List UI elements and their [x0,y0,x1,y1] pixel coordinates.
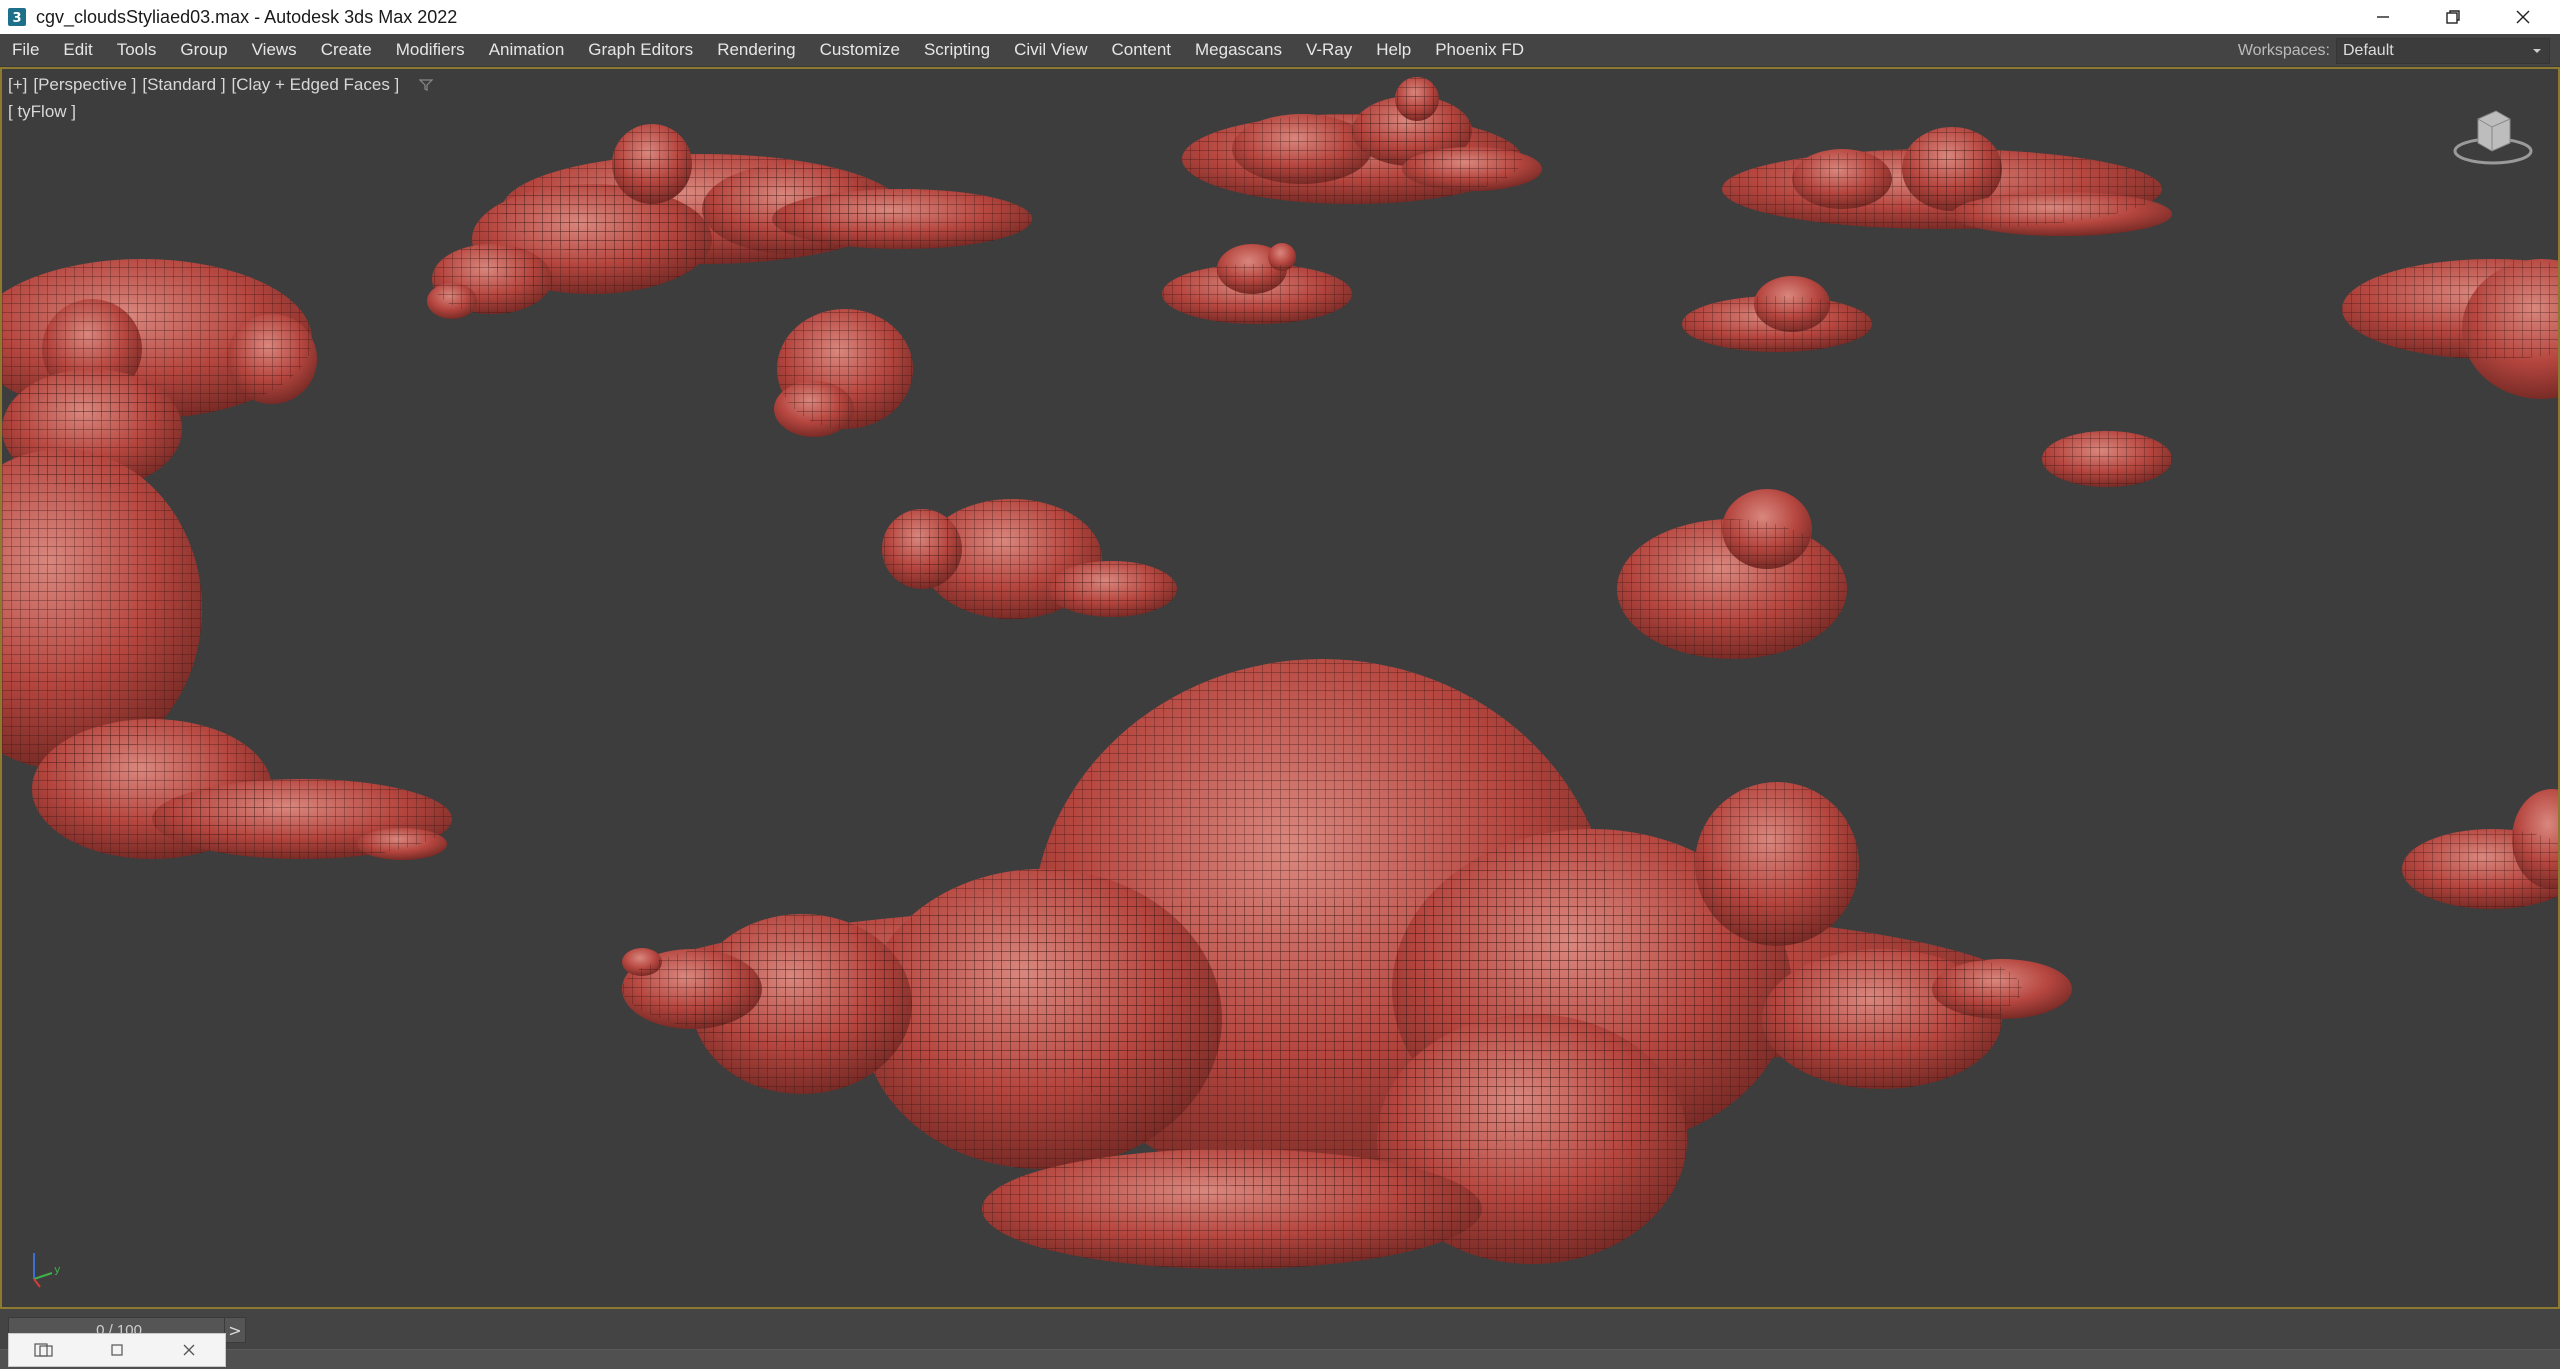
perspective-viewport[interactable]: [+] [Perspective ] [Standard ] [Clay + E… [0,67,2560,1309]
cloud-mesh[interactable] [1182,77,1542,204]
cloud-mesh[interactable] [2342,259,2558,909]
filter-icon[interactable] [419,78,434,92]
chevron-down-icon [2531,45,2543,57]
menu-rendering[interactable]: Rendering [705,34,807,66]
workspaces-dropdown[interactable]: Default [2336,38,2550,64]
viewport-label: [+] [Perspective ] [Standard ] [Clay + E… [8,75,434,95]
menu-group[interactable]: Group [168,34,239,66]
close-button[interactable] [2488,0,2558,34]
timeline: 0 / 100 > [0,1309,2560,1369]
menu-megascans[interactable]: Megascans [1183,34,1294,66]
menu-tools[interactable]: Tools [105,34,169,66]
menu-views[interactable]: Views [240,34,309,66]
menu-file[interactable]: File [0,34,51,66]
viewport-shading-label[interactable]: [Clay + Edged Faces ] [232,75,400,95]
cloud-mesh[interactable] [1722,127,2172,236]
restore-icon [2445,9,2461,25]
menu-customize[interactable]: Customize [808,34,912,66]
cloud-mesh[interactable] [1682,276,1872,352]
menu-animation[interactable]: Animation [477,34,577,66]
cloud-mesh[interactable] [1617,489,1847,659]
menu-vray[interactable]: V-Ray [1294,34,1364,66]
viewport-menu-plus[interactable]: [+] [8,75,27,95]
workspaces-value: Default [2343,42,2394,59]
tyflow-label[interactable]: [ tyFlow ] [8,102,76,122]
cloud-mesh[interactable] [882,499,1177,619]
cloud-mesh[interactable] [1162,243,1352,324]
svg-text:3: 3 [12,11,21,26]
cloud-mesh[interactable] [622,659,2072,1269]
timeline-ruler[interactable] [0,1349,2560,1369]
restore-button[interactable] [2418,0,2488,34]
menu-graph-editors[interactable]: Graph Editors [576,34,705,66]
clouds-scene [2,77,2558,1269]
title-bar: 3 cgv_cloudsStyliaed03.max - Autodesk 3d… [0,0,2560,34]
maximize-button[interactable] [81,1334,153,1366]
minimize-button[interactable] [2348,0,2418,34]
app-icon: 3 [6,6,28,28]
menu-edit[interactable]: Edit [51,34,104,66]
menu-civil-view[interactable]: Civil View [1002,34,1099,66]
next-frame-button[interactable]: > [224,1317,246,1343]
axis-gizmo: y [18,1243,68,1293]
menu-create[interactable]: Create [309,34,384,66]
workspaces-label: Workspaces: [2237,42,2330,59]
viewport-mode-label[interactable]: [Standard ] [142,75,225,95]
minimize-icon [2375,9,2391,25]
cloud-mesh[interactable] [774,309,913,437]
workspaces-selector: Workspaces: Default [2238,38,2550,64]
menu-content[interactable]: Content [1099,34,1183,66]
menu-modifiers[interactable]: Modifiers [384,34,477,66]
menu-bar: File Edit Tools Group Views Create Modif… [0,34,2560,67]
maximize-icon [109,1342,125,1358]
restore-down-button[interactable] [9,1334,81,1366]
cloud-mesh[interactable] [2042,431,2172,487]
window-title: cgv_cloudsStyliaed03.max - Autodesk 3ds … [36,6,458,27]
windows-icon [34,1342,56,1358]
close-mini-button[interactable] [153,1334,225,1366]
menu-help[interactable]: Help [1364,34,1423,66]
axis-y-label: y [54,1263,61,1276]
close-icon [2515,9,2531,25]
cloud-mesh[interactable] [427,124,1032,319]
menu-scripting[interactable]: Scripting [912,34,1002,66]
viewcube[interactable] [2448,99,2538,169]
minimized-window-controls [8,1333,226,1367]
close-icon [181,1342,197,1358]
menu-phoenix-fd[interactable]: Phoenix FD [1423,34,1536,66]
cloud-mesh[interactable] [2,259,452,860]
viewport-view-label[interactable]: [Perspective ] [33,75,136,95]
